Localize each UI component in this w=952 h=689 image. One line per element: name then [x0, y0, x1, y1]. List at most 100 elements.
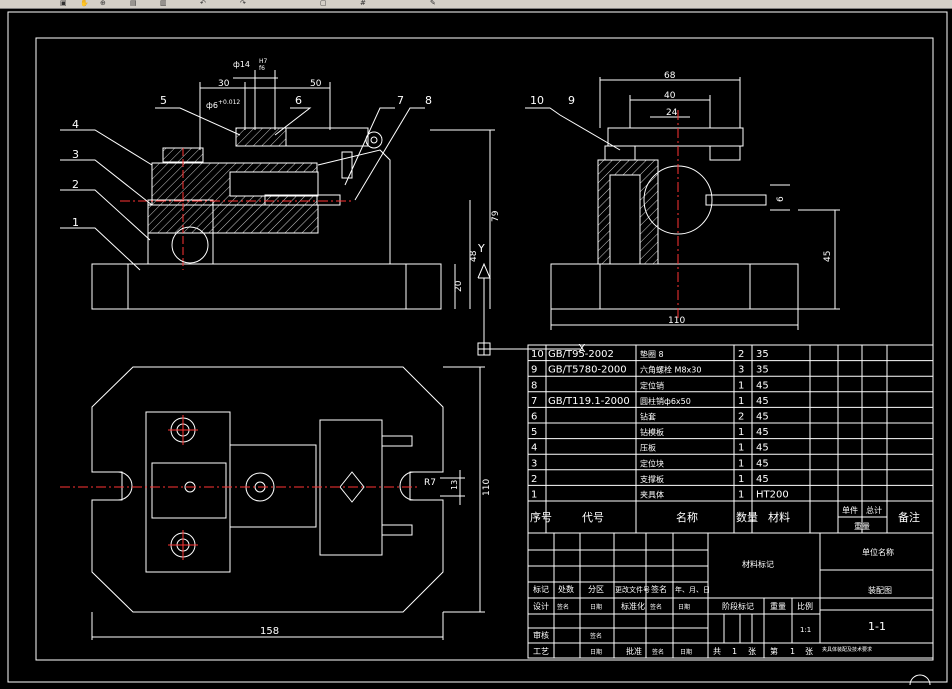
bom-cell-material: 45: [756, 443, 769, 454]
tb-label-date: 年、月、日: [675, 585, 710, 594]
grid-icon[interactable]: #: [360, 0, 366, 7]
bom-cell-material: 45: [756, 427, 769, 438]
tb-label-mark: 标记: [533, 584, 549, 594]
bom-cell-name: 六角螺栓 M8x30: [640, 365, 701, 375]
bom-cell-qty: 1: [738, 396, 744, 407]
tb-label-sign: 签名: [651, 584, 667, 594]
bom-cell-material: 35: [756, 365, 769, 376]
bom-cell-code: GB/T95-2002: [548, 349, 614, 360]
bom-cell-code: GB/T119.1-2000: [548, 396, 630, 407]
dim-68: 68: [664, 71, 676, 81]
layer-icon[interactable]: ▤: [130, 0, 137, 7]
tb-note: 夹具体装配及技术要求: [822, 646, 872, 653]
bom-cell-qty: 1: [738, 380, 744, 391]
bom-cell-name: 垫圈 8: [640, 349, 664, 359]
bom-cell-qty: 1: [738, 458, 744, 469]
tb-sheet-no: 第: [770, 646, 778, 656]
tb-label-zone: 分区: [588, 585, 604, 594]
tb-drawing-no: 1-1: [868, 620, 886, 633]
top-view: [60, 366, 485, 640]
bom-cell-no: 5: [531, 427, 537, 438]
y-marker: Y: [477, 242, 485, 255]
tb-review: 审核: [533, 630, 549, 640]
callout-3: 3: [72, 148, 79, 161]
tb-sheets-unit: 张: [748, 647, 756, 656]
tb-scale: 比例: [797, 601, 813, 611]
callout-2: 2: [72, 178, 79, 191]
bom-cell-name: 定位块: [640, 458, 664, 468]
pan-icon[interactable]: ✋: [80, 0, 89, 7]
bom-cell-name: 压板: [640, 443, 656, 453]
bom-cell-name: 钻模板: [640, 427, 664, 437]
tb-weight: 重量: [770, 601, 786, 611]
bom-cell-name: 支撑板: [640, 474, 664, 484]
bom-cell-material: HT200: [756, 490, 789, 501]
dim-20: 20: [454, 280, 464, 292]
properties-icon[interactable]: ▥: [160, 0, 167, 7]
tol-f6: f6: [259, 65, 265, 72]
tb-approve-sig: 签名: [652, 648, 664, 656]
tb-scale-val: 1:1: [800, 626, 811, 634]
callout-7: 7: [397, 94, 404, 107]
callout-1: 1: [72, 216, 79, 229]
match-icon[interactable]: ▢: [320, 0, 327, 7]
callout-6: 6: [295, 94, 302, 107]
bom-cell-qty: 1: [738, 490, 744, 501]
dim-24: 24: [666, 108, 678, 118]
tb-design: 设计: [533, 601, 549, 611]
bom-cell-no: 1: [531, 490, 537, 501]
dim-phi6: ф6: [206, 101, 218, 110]
bom-cell-name: 定位销: [640, 380, 664, 390]
front-view: [60, 70, 580, 356]
bom-cell-material: 45: [756, 458, 769, 469]
callout-8: 8: [425, 94, 432, 107]
dim-110-top: 110: [482, 479, 492, 496]
tol-phi6: +0.012: [218, 99, 240, 106]
dim-79: 79: [491, 210, 501, 222]
tb-sheet-no-val: 1: [790, 647, 795, 656]
tb-drawing-name: 装配图: [868, 585, 892, 595]
bom-cell-material: 45: [756, 396, 769, 407]
bom-cell-material: 45: [756, 474, 769, 485]
cad-canvas[interactable]: 4 3 2 1 5 6 7 8 30 50 ф14 H7 f6 ф6 +0.01…: [0, 8, 952, 689]
redo-icon[interactable]: ↷: [240, 0, 246, 7]
callout-5: 5: [160, 94, 167, 107]
bom-cell-code: GB/T5780-2000: [548, 365, 627, 376]
bom-header-unit: 单件: [842, 505, 858, 515]
tb-process-date: 日期: [590, 648, 602, 656]
tb-label-count: 处数: [558, 584, 574, 594]
open-icon[interactable]: ▣: [60, 0, 67, 7]
bom-cell-no: 9: [531, 365, 537, 376]
bom-cell-no: 7: [531, 396, 537, 407]
bom-cell-qty: 2: [738, 349, 744, 360]
dim-110-side: 110: [668, 316, 685, 326]
bom-cell-name: 钻套: [640, 412, 656, 422]
tb-unit-name: 单位名称: [862, 547, 894, 557]
bom-header-code: 代号: [582, 511, 604, 524]
tb-stage: 阶段标记: [722, 601, 754, 611]
dim-30: 30: [218, 79, 230, 89]
tb-sheets-total-val: 1: [732, 647, 737, 656]
bom-cell-qty: 3: [738, 365, 744, 376]
tb-approve: 批准: [626, 646, 642, 656]
bom-cell-no: 10: [531, 349, 544, 360]
tb-review-sig: 签名: [590, 632, 602, 640]
dim-45: 45: [823, 251, 833, 262]
tol-h7: H7: [259, 58, 268, 65]
bom-header-material: 材料: [768, 510, 790, 524]
brush-icon[interactable]: ✎: [430, 0, 436, 7]
tb-material-mark: 材料标记: [742, 559, 774, 569]
dim-6-side: 6: [776, 196, 786, 202]
zoom-icon[interactable]: ⊕: [100, 0, 106, 7]
bom-cell-name: 圆柱销ф6x50: [640, 396, 691, 406]
dim-13: 13: [450, 480, 459, 490]
bom-cell-no: 3: [531, 458, 537, 469]
cursor-crosshair-icon: [909, 674, 931, 689]
bom-cell-material: 45: [756, 412, 769, 423]
tb-sheets-total: 共: [713, 647, 721, 656]
tb-process: 工艺: [533, 647, 549, 656]
bom-cell-material: 45: [756, 380, 769, 391]
undo-icon[interactable]: ↶: [200, 0, 206, 7]
callout-9: 9: [568, 94, 575, 107]
bom-cell-no: 4: [531, 443, 537, 454]
